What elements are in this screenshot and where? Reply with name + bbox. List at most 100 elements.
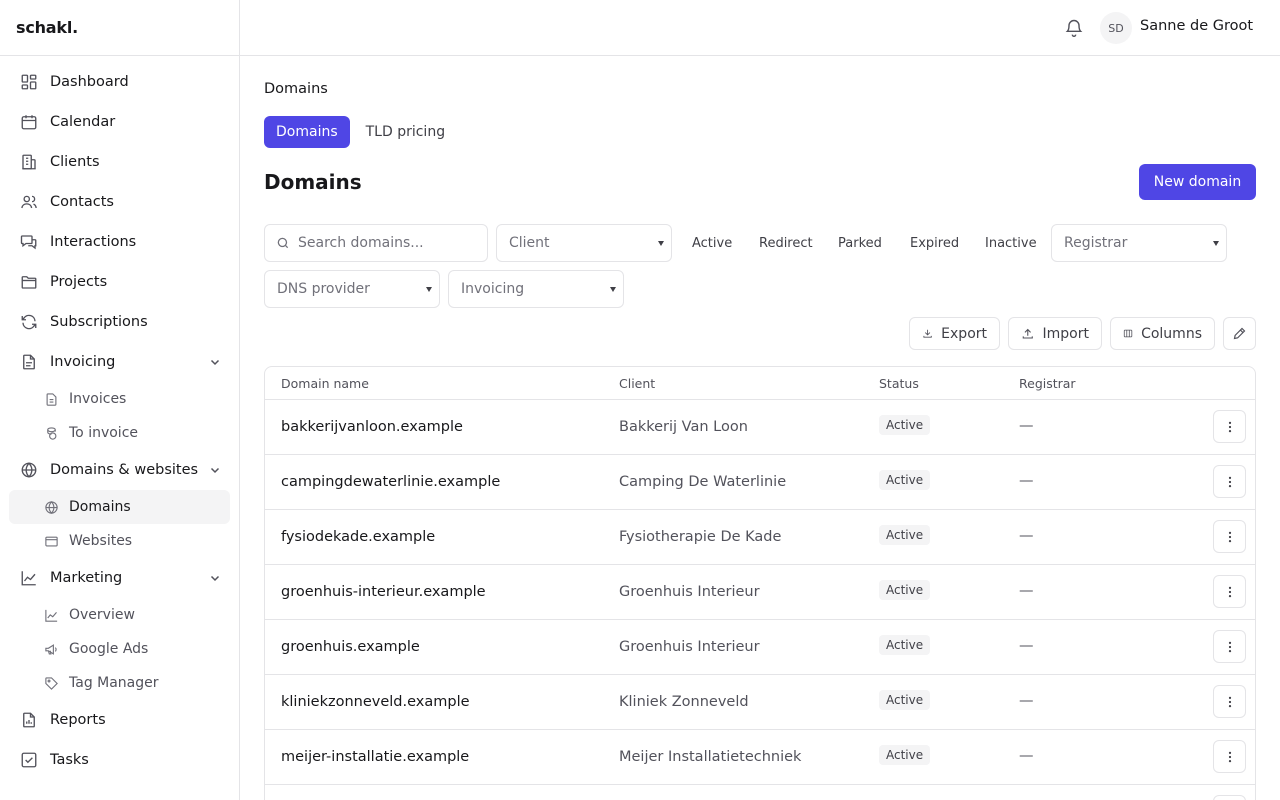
sidebar-item-calendar[interactable]: Calendar: [0, 102, 239, 142]
sidebar-item-projects[interactable]: Projects: [0, 262, 239, 302]
status-chip-parked[interactable]: Parked: [838, 232, 882, 254]
calendar-icon: [21, 115, 37, 130]
domain-name[interactable]: meijer-installatie.example: [281, 749, 469, 765]
row-actions-button[interactable]: [1213, 575, 1246, 608]
sidebar-item-invoices[interactable]: Invoices: [9, 382, 230, 416]
column-header-client[interactable]: Client: [619, 376, 655, 391]
client-name: Fysiotherapie De Kade: [619, 529, 782, 545]
sidebar-item-label: Clients: [50, 154, 100, 170]
new-domain-button[interactable]: New domain: [1139, 164, 1256, 200]
row-actions-button[interactable]: [1213, 410, 1246, 443]
chat-icon: [20, 235, 37, 250]
sidebar-item-contacts[interactable]: Contacts: [0, 182, 239, 222]
sidebar-item-interactions[interactable]: Interactions: [0, 222, 239, 262]
columns-icon: [1123, 329, 1133, 338]
sidebar-item-label: Reports: [50, 712, 106, 728]
invoicing-select[interactable]: Invoicing: [448, 270, 624, 308]
sidebar-item-domains[interactable]: Domains: [9, 490, 230, 524]
edit-button[interactable]: [1223, 317, 1256, 350]
search-input[interactable]: [298, 235, 468, 251]
sidebar-item-label: Marketing: [50, 570, 123, 586]
table-row[interactable]: campingdewaterlinie.example Camping De W…: [265, 455, 1255, 510]
status-badge: Active: [879, 580, 931, 600]
sidebar-item-label: Tag Manager: [69, 675, 159, 691]
domain-name[interactable]: fysiodekade.example: [281, 529, 435, 545]
avatar[interactable]: SD: [1100, 12, 1132, 44]
sidebar-item-label: Contacts: [50, 194, 114, 210]
sidebar-item-to-invoice[interactable]: To invoice: [9, 416, 230, 450]
table-row[interactable]: fysiodekade.example Fysiotherapie De Kad…: [265, 510, 1255, 565]
table-row[interactable]: groenhuis-interieur.example Groenhuis In…: [265, 565, 1255, 620]
status-chip-redirect[interactable]: Redirect: [759, 232, 813, 254]
tab-domains[interactable]: Domains: [264, 116, 350, 148]
row-actions-button[interactable]: [1213, 685, 1246, 718]
sidebar-item-websites[interactable]: Websites: [9, 524, 230, 558]
table-row[interactable]: kliniekzonneveld.example Kliniek Zonneve…: [265, 675, 1255, 730]
sidebar-item-overview[interactable]: Overview: [9, 598, 230, 632]
user-name[interactable]: Sanne de Groot: [1140, 18, 1253, 34]
client-select[interactable]: Client: [496, 224, 672, 262]
chevron-down-icon[interactable]: [209, 356, 221, 368]
client-name: Meijer Installatietechniek: [619, 749, 802, 765]
domain-name[interactable]: campingdewaterlinie.example: [281, 474, 500, 490]
domain-name[interactable]: kliniekzonneveld.example: [281, 694, 470, 710]
domain-name[interactable]: groenhuis.example: [281, 639, 420, 655]
columns-button[interactable]: Columns: [1110, 317, 1215, 350]
row-actions-button[interactable]: [1213, 795, 1246, 800]
table-row-partial[interactable]: [265, 785, 1255, 800]
checkbox-icon: [21, 752, 37, 768]
status-chip-inactive[interactable]: Inactive: [985, 232, 1037, 254]
table-row[interactable]: groenhuis.example Groenhuis Interieur Ac…: [265, 620, 1255, 675]
sidebar-item-subscriptions[interactable]: Subscriptions: [0, 302, 239, 342]
app-logo[interactable]: schakl.: [0, 0, 239, 56]
sidebar-item-clients[interactable]: Clients: [0, 142, 239, 182]
more-vertical-icon: [1228, 696, 1231, 707]
caret-down-icon: [1213, 241, 1219, 246]
browser-icon: [45, 536, 58, 546]
sidebar-item-google-ads[interactable]: Google Ads: [9, 632, 230, 666]
column-header-status[interactable]: Status: [879, 376, 919, 391]
dns-provider-select-value: DNS provider: [277, 281, 370, 297]
import-button[interactable]: Import: [1008, 317, 1102, 350]
more-vertical-icon: [1228, 751, 1231, 762]
dns-provider-select[interactable]: DNS provider: [264, 270, 440, 308]
domain-name[interactable]: groenhuis-interieur.example: [281, 584, 486, 600]
bell-icon[interactable]: [1064, 18, 1084, 38]
sidebar-item-label: Google Ads: [69, 641, 149, 657]
sidebar-item-marketing[interactable]: Marketing: [0, 558, 239, 598]
export-button[interactable]: Export: [909, 317, 1000, 350]
sidebar-item-reports[interactable]: Reports: [0, 700, 239, 740]
tab-tld-pricing[interactable]: TLD pricing: [354, 116, 457, 148]
registrar-select[interactable]: Registrar: [1051, 224, 1227, 262]
sidebar-item-tag-manager[interactable]: Tag Manager: [9, 666, 230, 700]
registrar-value: —: [1019, 473, 1034, 489]
table-row[interactable]: meijer-installatie.example Meijer Instal…: [265, 730, 1255, 785]
folder-icon: [21, 276, 37, 289]
client-select-value: Client: [509, 235, 550, 251]
column-header-registrar[interactable]: Registrar: [1019, 376, 1076, 391]
sidebar-item-label: Subscriptions: [50, 314, 148, 330]
row-actions-button[interactable]: [1213, 520, 1246, 553]
status-chip-active[interactable]: Active: [692, 232, 732, 254]
table-row[interactable]: bakkerijvanloon.example Bakkerij Van Loo…: [265, 400, 1255, 455]
row-actions-button[interactable]: [1213, 465, 1246, 498]
client-name: Groenhuis Interieur: [619, 584, 760, 600]
chart-icon: [21, 571, 36, 586]
breadcrumb: Domains: [264, 81, 328, 97]
client-name: Kliniek Zonneveld: [619, 694, 749, 710]
row-actions-button[interactable]: [1213, 740, 1246, 773]
sidebar-item-dashboard[interactable]: Dashboard: [0, 62, 239, 102]
status-chip-expired[interactable]: Expired: [910, 232, 959, 254]
sidebar-item-tasks[interactable]: Tasks: [0, 740, 239, 780]
sidebar-item-invoicing[interactable]: Invoicing: [0, 342, 239, 382]
chart-icon: [45, 609, 58, 622]
more-vertical-icon: [1228, 641, 1231, 652]
row-actions-button[interactable]: [1213, 630, 1246, 663]
building-icon: [22, 154, 36, 170]
chevron-down-icon[interactable]: [209, 572, 221, 584]
column-header-domain[interactable]: Domain name: [281, 376, 369, 391]
sidebar-item-domains-websites[interactable]: Domains & websites: [0, 450, 239, 490]
chevron-down-icon[interactable]: [209, 464, 221, 476]
domain-name[interactable]: bakkerijvanloon.example: [281, 419, 463, 435]
tag-icon: [45, 676, 58, 690]
